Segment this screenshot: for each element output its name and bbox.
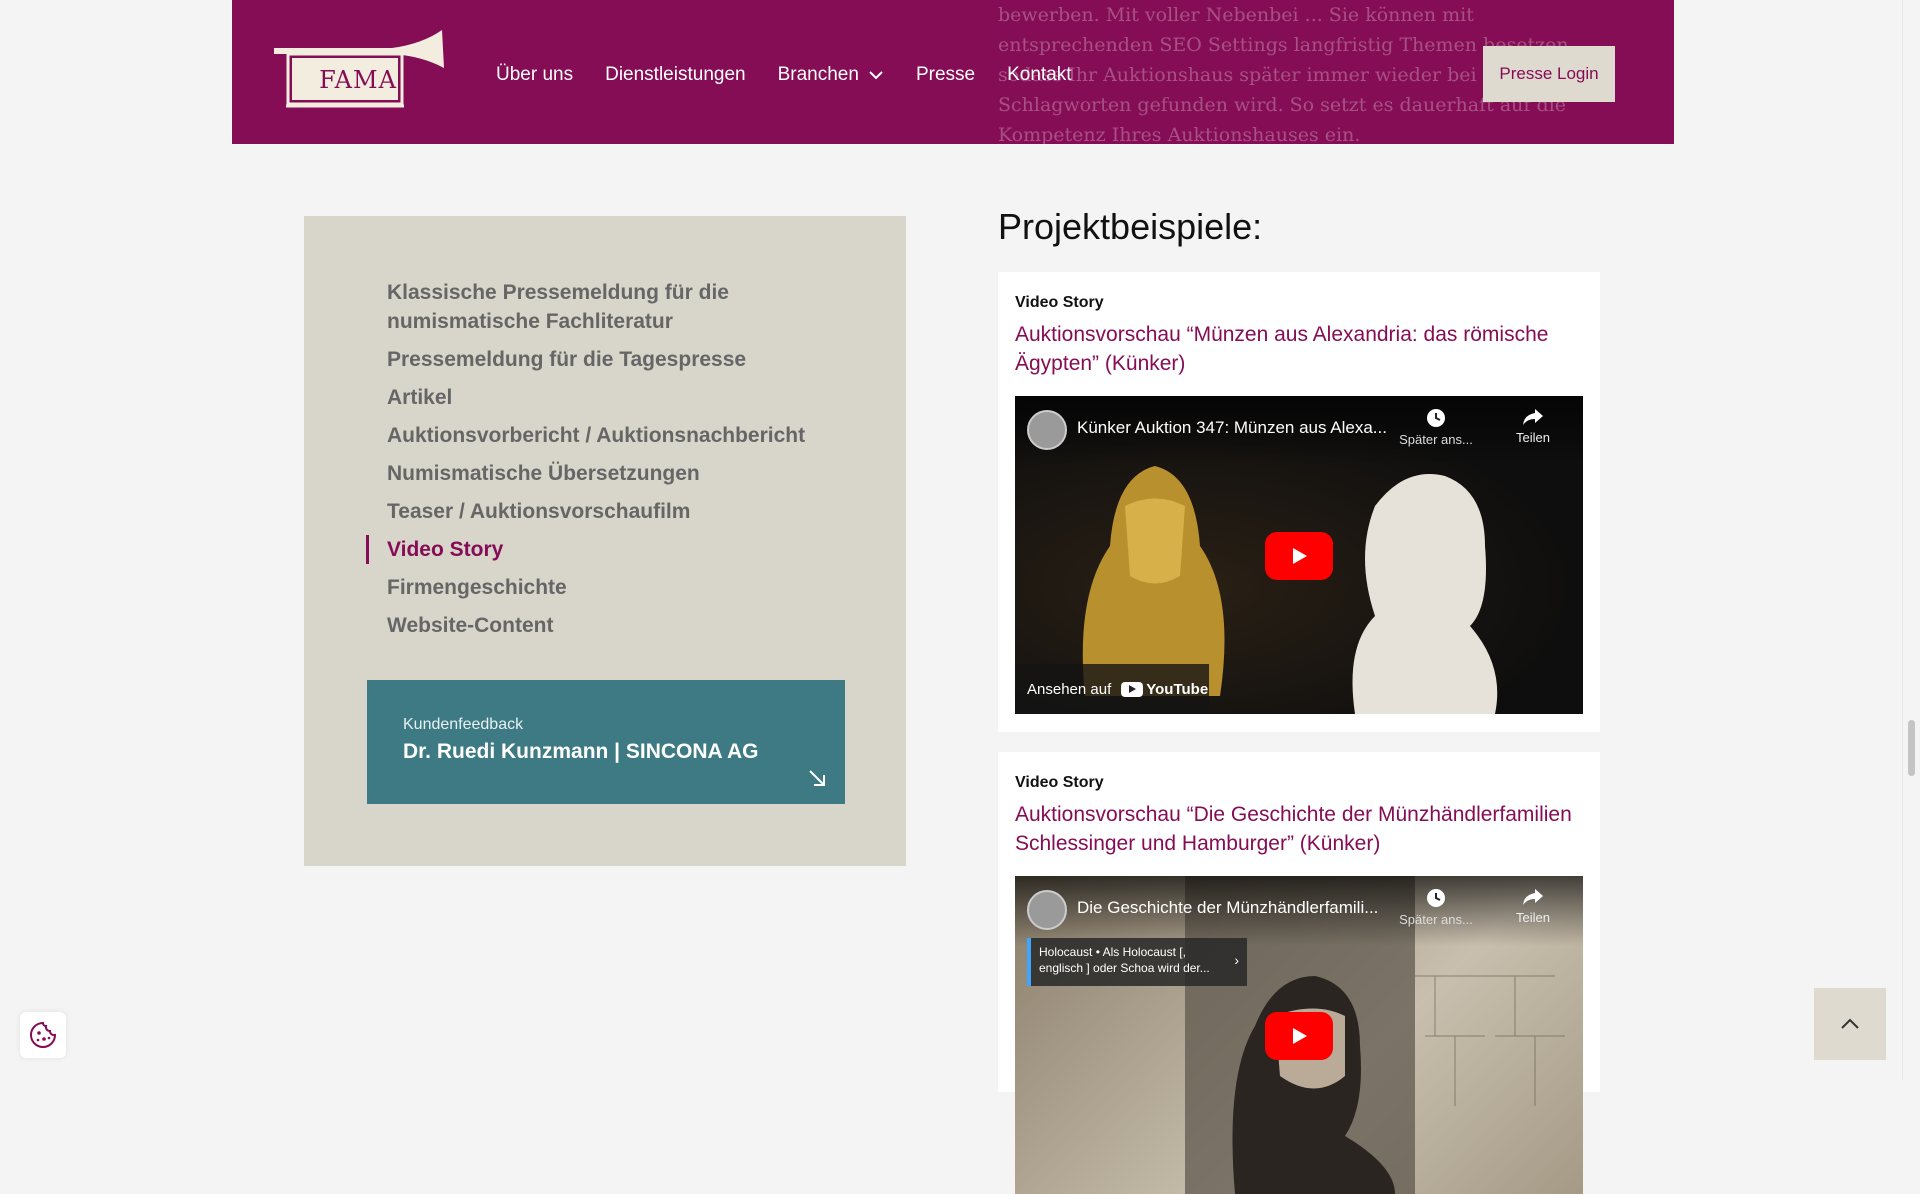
nav-label: Presse: [915, 64, 976, 85]
feedback-name: Dr. Ruedi Kunzmann | SINCONA AG: [403, 740, 759, 763]
scrollbar-thumb[interactable]: [1908, 720, 1915, 776]
share-label: Teilen: [1516, 910, 1550, 925]
share-button[interactable]: Teilen: [1505, 888, 1561, 925]
play-button[interactable]: [1265, 1012, 1333, 1060]
youtube-play-icon: [1121, 681, 1144, 697]
channel-avatar[interactable]: [1027, 890, 1067, 930]
menu-item[interactable]: Pressemeldung für die Tagespresse: [387, 345, 857, 374]
service-sidebar: Klassische Pressemeldung für die numisma…: [304, 216, 906, 866]
chevron-right-icon: ›: [1234, 952, 1239, 968]
chevron-up-icon: [1841, 1018, 1859, 1029]
scroll-to-top-button[interactable]: [1814, 988, 1886, 1060]
nav-label: Branchen: [777, 64, 859, 85]
card-kicker: Video Story: [1015, 774, 1104, 791]
clock-icon: [1427, 409, 1445, 427]
cookie-icon: [30, 1021, 57, 1048]
watch-later-button[interactable]: Später ans...: [1395, 408, 1477, 447]
share-icon: [1523, 409, 1543, 425]
project-card: Video Story Auktionsvorschau “Münzen aus…: [998, 272, 1600, 732]
service-menu: Klassische Pressemeldung für die numisma…: [366, 278, 857, 649]
menu-item-active[interactable]: Video Story: [366, 535, 857, 564]
chevron-down-icon: [869, 71, 883, 80]
video-title[interactable]: Die Geschichte der Münzhändlerfamili...: [1077, 898, 1417, 918]
nav-label: Kontakt: [1007, 64, 1072, 85]
play-icon: [1293, 1028, 1307, 1044]
watch-on-label: Ansehen auf: [1027, 680, 1112, 698]
site-header: bewerben. Mit voller Nebenbei ... Sie kö…: [232, 0, 1674, 144]
nav-presse[interactable]: Presse: [916, 64, 975, 86]
share-label: Teilen: [1516, 430, 1550, 445]
menu-item[interactable]: Website-Content: [387, 611, 857, 640]
menu-item[interactable]: Teaser / Auktionsvorschaufilm: [387, 497, 857, 526]
nav-branchen[interactable]: Branchen: [778, 64, 884, 86]
card-title[interactable]: Auktionsvorschau “Die Geschichte der Mün…: [1015, 800, 1575, 858]
play-icon: [1293, 548, 1307, 564]
card-kicker: Video Story: [1015, 294, 1104, 311]
video-title[interactable]: Künker Auktion 347: Münzen aus Alexa...: [1077, 418, 1417, 438]
arrow-down-right-icon: [809, 770, 825, 786]
share-icon: [1523, 889, 1543, 905]
youtube-embed[interactable]: Künker Auktion 347: Münzen aus Alexa... …: [1015, 396, 1583, 714]
watch-later-button[interactable]: Später ans...: [1395, 888, 1477, 927]
channel-avatar[interactable]: [1027, 410, 1067, 450]
watch-later-label: Später ans...: [1399, 432, 1473, 447]
nav-kontakt[interactable]: Kontakt: [1007, 64, 1071, 86]
youtube-embed[interactable]: Die Geschichte der Münzhändlerfamili... …: [1015, 876, 1583, 1194]
info-card[interactable]: Holocaust • Als Holocaust [, englisch ] …: [1027, 938, 1247, 986]
scrollbar-track[interactable]: [1902, 0, 1920, 1080]
nav-dienstleistungen[interactable]: Dienstleistungen: [605, 64, 745, 86]
feedback-label: Kundenfeedback: [403, 716, 524, 733]
main-nav: Über uns Dienstleistungen Branchen Press…: [496, 60, 1104, 90]
youtube-logo: YouTube: [1121, 681, 1208, 698]
watch-on-youtube-button[interactable]: Ansehen auf YouTube: [1015, 664, 1209, 714]
logo-text: FAMA: [319, 66, 397, 94]
clock-icon: [1427, 889, 1445, 907]
info-card-text: Holocaust • Als Holocaust [, englisch ] …: [1039, 945, 1210, 975]
menu-item[interactable]: Firmengeschichte: [387, 573, 857, 602]
menu-item[interactable]: Numismatische Übersetzungen: [387, 459, 857, 488]
nav-label: Dienstleistungen: [605, 64, 746, 85]
play-button[interactable]: [1265, 532, 1333, 580]
menu-item[interactable]: Auktionsvorbericht / Auktionsnachbericht: [387, 421, 857, 450]
cookie-settings-button[interactable]: [20, 1012, 66, 1058]
project-card: Video Story Auktionsvorschau “Die Geschi…: [998, 752, 1600, 1194]
menu-item[interactable]: Artikel: [387, 383, 857, 412]
youtube-wordmark: YouTube: [1146, 680, 1209, 698]
menu-item[interactable]: Klassische Pressemeldung für die numisma…: [387, 278, 857, 336]
nav-ueber-uns[interactable]: Über uns: [496, 64, 573, 86]
projects-heading: Projektbeispiele:: [998, 206, 1263, 247]
share-button[interactable]: Teilen: [1505, 408, 1561, 445]
watch-later-label: Später ans...: [1399, 912, 1473, 927]
card-title[interactable]: Auktionsvorschau “Münzen aus Alexandria:…: [1015, 320, 1575, 378]
nav-label: Über uns: [496, 64, 574, 85]
presse-login-button[interactable]: Presse Login: [1483, 46, 1615, 102]
fama-logo[interactable]: FAMA: [272, 28, 447, 108]
kundenfeedback-card[interactable]: Kundenfeedback Dr. Ruedi Kunzmann | SINC…: [367, 680, 845, 804]
